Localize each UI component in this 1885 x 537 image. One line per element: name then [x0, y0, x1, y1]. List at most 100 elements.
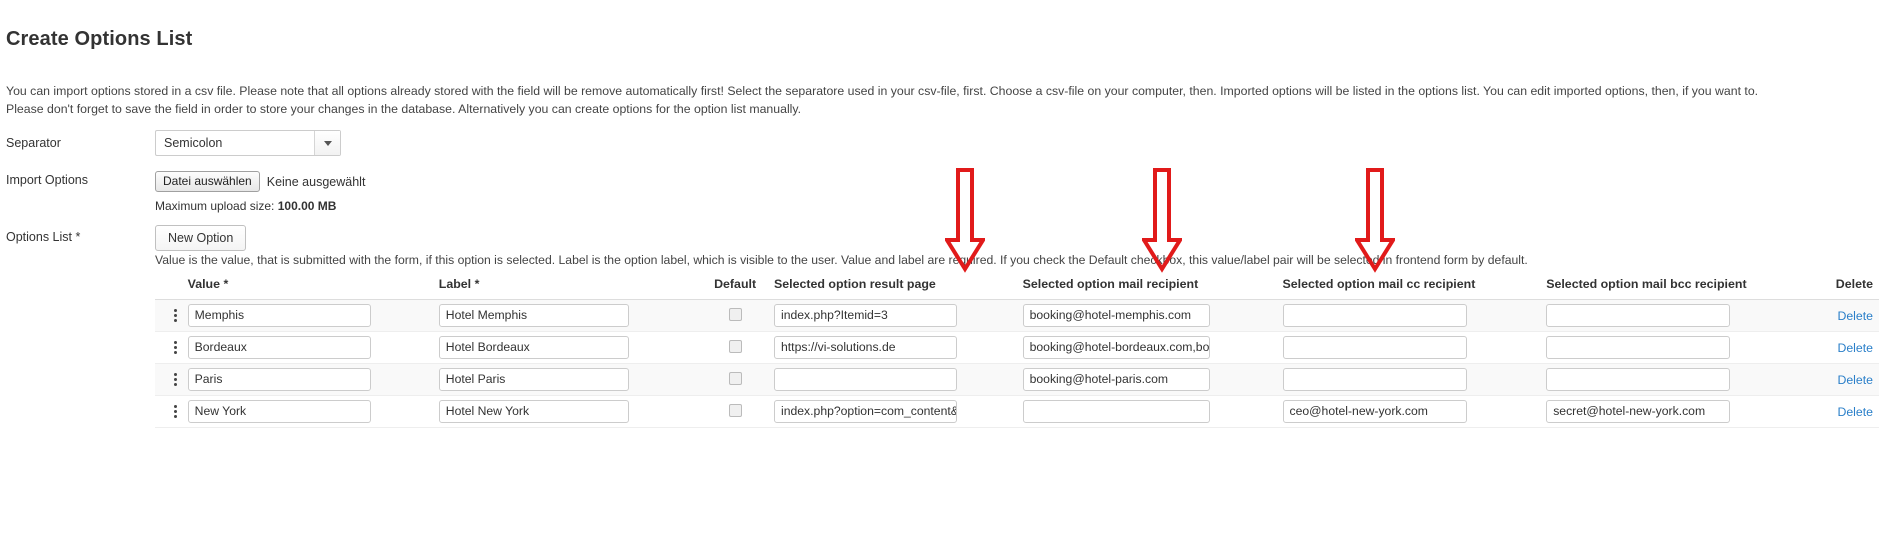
separator-select[interactable]: Semicolon — [155, 130, 341, 156]
import-options-label: Import Options — [6, 173, 88, 187]
option-mail-recipient-input[interactable]: booking@hotel-paris.com — [1022, 368, 1210, 391]
option-label-input[interactable]: Hotel Paris — [438, 368, 629, 391]
option-default-cell — [696, 331, 775, 364]
chevron-down-icon — [323, 140, 332, 146]
option-label-cell: Hotel Memphis — [438, 299, 697, 332]
header-label: Label * — [438, 277, 697, 300]
max-upload-size-value: 100.00 MB — [277, 199, 337, 213]
option-mail-bcc-input[interactable] — [1546, 368, 1731, 391]
delete-option-link[interactable]: Delete — [1837, 373, 1879, 387]
option-label-input[interactable]: Hotel New York — [438, 400, 629, 423]
option-label-input[interactable]: Hotel Memphis — [438, 304, 629, 327]
option-mail-cc-input[interactable] — [1282, 304, 1467, 327]
file-picker: Datei auswählen Keine ausgewählt — [155, 171, 365, 192]
option-mail-cc-cell — [1282, 331, 1547, 364]
option-delete-cell: Delete — [1803, 395, 1879, 428]
options-list-row: Options List * New Option — [0, 225, 1885, 255]
option-mail-cc-input[interactable] — [1282, 368, 1467, 391]
options-table: Value * Label * Default Selected option … — [155, 277, 1879, 428]
option-value-cell: Paris — [187, 363, 439, 396]
separator-row: Separator Semicolon — [0, 130, 1885, 160]
option-mail-cc-cell — [1282, 299, 1547, 332]
option-mail-cc-input[interactable]: ceo@hotel-new-york.com — [1282, 400, 1467, 423]
option-mail-bcc-cell — [1546, 331, 1804, 364]
table-row: Memphis Hotel Memphis index.php?Itemid=3 bo… — [155, 299, 1879, 332]
option-result-page-cell — [774, 363, 1023, 396]
drag-handle-icon[interactable] — [163, 307, 188, 325]
intro-paragraph: You can import options stored in a csv f… — [6, 82, 1759, 118]
options-table-body: Memphis Hotel Memphis index.php?Itemid=3 bo… — [155, 299, 1879, 428]
row-drag-handle-cell — [155, 363, 188, 396]
row-drag-handle-cell — [155, 331, 188, 364]
intro-line-1: You can import options stored in a csv f… — [6, 84, 1759, 98]
option-delete-cell: Delete — [1803, 299, 1879, 332]
delete-option-link[interactable]: Delete — [1837, 341, 1879, 355]
option-mail-cc-cell: ceo@hotel-new-york.com — [1282, 395, 1547, 428]
option-mail-bcc-input[interactable] — [1546, 304, 1731, 327]
option-value-cell: Bordeaux — [187, 331, 439, 364]
choose-file-button[interactable]: Datei auswählen — [155, 171, 260, 192]
header-mail-bcc-recipient: Selected option mail bcc recipient — [1546, 277, 1804, 300]
option-label-input[interactable]: Hotel Bordeaux — [438, 336, 629, 359]
option-value-cell: Memphis — [187, 299, 439, 332]
option-mail-recipient-cell: booking@hotel-bordeaux.com,book — [1022, 331, 1283, 364]
option-value-input[interactable]: Memphis — [187, 304, 371, 327]
header-default: Default — [696, 277, 775, 300]
option-default-checkbox[interactable] — [728, 403, 742, 417]
option-result-page-cell: index.php?option=com_content&vie — [774, 395, 1023, 428]
create-options-list-page: Create Options List You can import optio… — [0, 0, 1885, 537]
option-value-input[interactable]: Paris — [187, 368, 371, 391]
option-default-checkbox[interactable] — [728, 307, 742, 321]
option-result-page-input[interactable]: index.php?Itemid=3 — [774, 304, 958, 327]
separator-label: Separator — [6, 136, 61, 150]
options-table-head: Value * Label * Default Selected option … — [155, 277, 1879, 300]
option-default-cell — [696, 299, 775, 332]
option-mail-bcc-input[interactable] — [1546, 336, 1731, 359]
option-mail-recipient-input[interactable] — [1022, 400, 1210, 423]
option-result-page-input[interactable]: index.php?option=com_content&vie — [774, 400, 958, 423]
separator-dropdown-button[interactable] — [314, 131, 340, 155]
delete-option-link[interactable]: Delete — [1837, 405, 1879, 419]
max-upload-size-note: Maximum upload size: 100.00 MB — [155, 199, 365, 213]
option-mail-bcc-cell — [1546, 299, 1804, 332]
header-value: Value * — [187, 277, 439, 300]
option-result-page-input[interactable] — [774, 368, 958, 391]
options-list-help-text: Value is the value, that is submitted wi… — [155, 253, 1528, 267]
options-list-label: Options List * — [6, 230, 81, 244]
option-label-cell: Hotel Bordeaux — [438, 331, 697, 364]
row-drag-handle-cell — [155, 299, 188, 332]
option-mail-recipient-cell: booking@hotel-memphis.com — [1022, 299, 1283, 332]
option-mail-recipient-input[interactable]: booking@hotel-bordeaux.com,book — [1022, 336, 1210, 359]
option-mail-bcc-input[interactable]: secret@hotel-new-york.com — [1546, 400, 1731, 423]
option-mail-bcc-cell: secret@hotel-new-york.com — [1546, 395, 1804, 428]
new-option-button[interactable]: New Option — [155, 225, 247, 251]
max-upload-size-prefix: Maximum upload size: — [155, 199, 275, 213]
options-table-header-row: Value * Label * Default Selected option … — [155, 277, 1879, 300]
option-delete-cell: Delete — [1803, 331, 1879, 364]
option-mail-cc-input[interactable] — [1282, 336, 1467, 359]
option-delete-cell: Delete — [1803, 363, 1879, 396]
option-default-cell — [696, 363, 775, 396]
header-mail-recipient: Selected option mail recipient — [1022, 277, 1283, 300]
option-default-checkbox[interactable] — [728, 371, 742, 385]
table-row: Bordeaux Hotel Bordeaux https://vi-solutio… — [155, 331, 1879, 364]
row-drag-handle-cell — [155, 395, 188, 428]
option-value-cell: New York — [187, 395, 439, 428]
option-result-page-cell: https://vi-solutions.de — [774, 331, 1023, 364]
option-value-input[interactable]: Bordeaux — [187, 336, 371, 359]
option-default-checkbox[interactable] — [728, 339, 742, 353]
header-mail-cc-recipient: Selected option mail cc recipient — [1282, 277, 1547, 300]
option-mail-bcc-cell — [1546, 363, 1804, 396]
drag-handle-icon[interactable] — [163, 403, 188, 421]
header-handle — [155, 277, 188, 300]
intro-line-2: Please don't forget to save the field in… — [6, 102, 802, 116]
table-row: Paris Hotel Paris booking@hotel-paris.com D… — [155, 363, 1879, 396]
option-result-page-input[interactable]: https://vi-solutions.de — [774, 336, 958, 359]
option-mail-recipient-input[interactable]: booking@hotel-memphis.com — [1022, 304, 1210, 327]
delete-option-link[interactable]: Delete — [1837, 309, 1879, 323]
page-title: Create Options List — [6, 28, 193, 50]
drag-handle-icon[interactable] — [163, 339, 188, 357]
drag-handle-icon[interactable] — [163, 371, 188, 389]
option-value-input[interactable]: New York — [187, 400, 371, 423]
option-mail-recipient-cell: booking@hotel-paris.com — [1022, 363, 1283, 396]
